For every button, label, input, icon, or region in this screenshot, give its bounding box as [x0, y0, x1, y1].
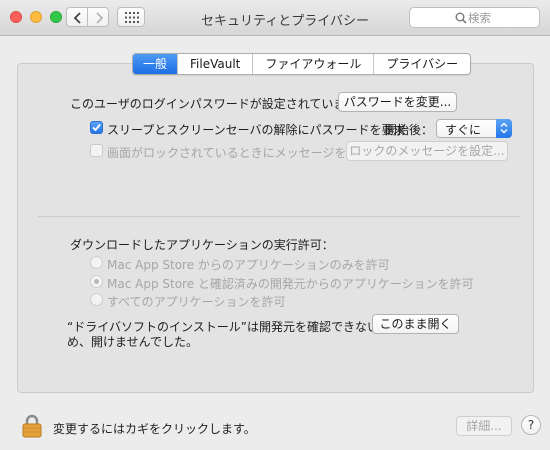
radio-app-store-and-identified-label: Mac App Store と確認済みの開発元からのアプリケーションを許可 — [107, 277, 474, 291]
downloads-heading: ダウンロードしたアプリケーションの実行許可： — [70, 238, 334, 252]
radio-app-store-only-label: Mac App Store からのアプリケーションのみを許可 — [107, 258, 390, 272]
show-all-button[interactable] — [117, 7, 145, 27]
help-icon[interactable]: ? — [521, 415, 541, 435]
search-icon — [455, 12, 467, 24]
checkmark-icon — [92, 123, 101, 132]
tab-firewall[interactable]: ファイアウォール — [253, 54, 375, 74]
close-button[interactable] — [10, 11, 22, 23]
back-chevron-icon — [73, 12, 81, 24]
blocked-app-message-line2: め、開けませんでした。 — [67, 335, 199, 349]
tab-privacy[interactable]: プライバシー — [374, 54, 470, 74]
radio-anywhere[interactable] — [90, 293, 103, 306]
require-password-checkbox[interactable] — [90, 121, 103, 134]
search-input[interactable] — [468, 10, 536, 25]
show-message-label: 画面がロックされているときにメッセージを表示 — [107, 146, 371, 160]
tab-bar: 一般 FileVault ファイアウォール プライバシー — [132, 53, 472, 75]
section-divider — [38, 216, 520, 217]
show-all-grid-icon — [125, 12, 139, 23]
preferences-window: セキュリティとプライバシー 一般 FileVault ファイアウォール プライバ… — [0, 0, 550, 450]
password-status-label: このユーザのログインパスワードが設定されています — [70, 97, 358, 111]
set-lock-message-button[interactable]: ロックのメッセージを設定... — [346, 141, 508, 161]
change-password-button[interactable]: パスワードを変更... — [338, 92, 457, 112]
minimize-button[interactable] — [30, 11, 42, 23]
forward-chevron-icon — [96, 12, 104, 24]
window-title: セキュリティとプライバシー — [201, 14, 369, 29]
advanced-button[interactable]: 詳細... — [456, 416, 512, 436]
delay-value: すぐに — [445, 123, 482, 137]
lock-icon[interactable] — [22, 414, 42, 441]
require-password-label: スリープとスクリーンセーバの解除にパスワードを要求 — [107, 123, 406, 137]
popup-arrows-icon — [496, 119, 512, 138]
show-message-checkbox[interactable] — [90, 144, 103, 157]
zoom-button[interactable] — [50, 11, 62, 23]
forward-button[interactable] — [87, 7, 109, 27]
require-password-delay-select[interactable]: すぐに — [436, 119, 512, 138]
tab-general[interactable]: 一般 — [133, 54, 179, 74]
tab-filevault[interactable]: FileVault — [178, 54, 254, 74]
search-field[interactable] — [409, 7, 540, 28]
radio-app-store-only[interactable] — [90, 256, 103, 269]
radio-anywhere-label: すべてのアプリケーションを許可 — [107, 295, 286, 309]
after-label: 開始後： — [385, 123, 434, 137]
open-anyway-button[interactable]: このまま開く — [372, 314, 459, 334]
back-button[interactable] — [66, 7, 88, 27]
radio-app-store-and-identified[interactable] — [90, 275, 103, 288]
title-bar: セキュリティとプライバシー — [0, 0, 550, 36]
lock-hint-text: 変更するにはカギをクリックします。 — [53, 422, 256, 436]
